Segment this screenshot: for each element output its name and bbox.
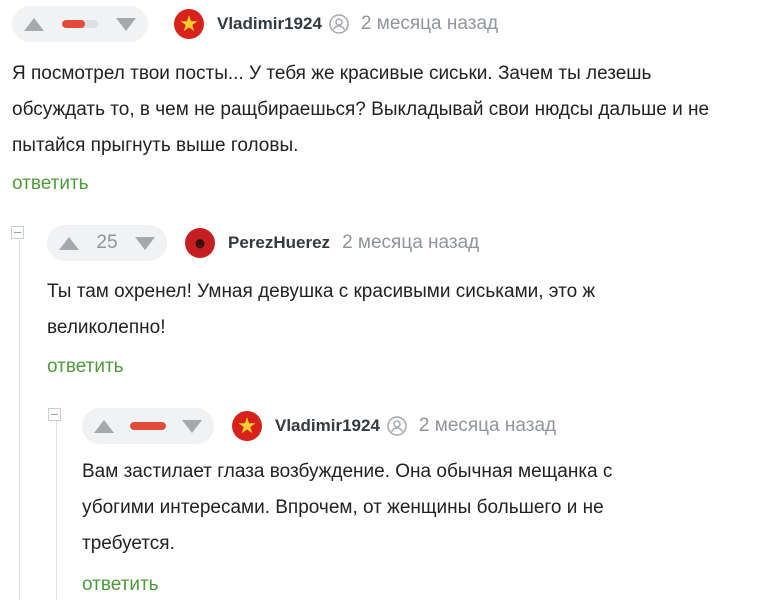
comment-text: Ты там охренел! Умная девушка с красивым… — [47, 281, 596, 338]
rating-control — [82, 408, 214, 444]
upvote-icon[interactable] — [94, 419, 114, 433]
person-circle-icon — [329, 14, 349, 34]
reply-link[interactable]: ответить — [82, 574, 159, 596]
comment: ★ Vladimir1924 2 месяца назад Вам застил… — [0, 400, 757, 600]
rating-control: 25 — [47, 225, 167, 261]
comment-header: 25 ☻ PerezHuerez 2 месяца назад — [47, 225, 479, 261]
downvote-icon[interactable] — [116, 17, 136, 31]
comment-header: ★ Vladimir1924 2 месяца назад — [12, 6, 498, 42]
username[interactable]: Vladimir1924 — [217, 14, 322, 34]
comment-text: Я посмотрел твои посты... У тебя же крас… — [12, 63, 710, 156]
timestamp: 2 месяца назад — [418, 415, 557, 436]
score-value: 25 — [96, 232, 118, 253]
score-bar — [62, 20, 98, 28]
timestamp: 2 месяца назад — [342, 232, 480, 253]
comment: 25 ☻ PerezHuerez 2 месяца назад Ты там о… — [0, 220, 757, 400]
upvote-icon[interactable] — [24, 17, 44, 31]
upvote-icon[interactable] — [59, 236, 79, 250]
timestamp: 2 месяца назад — [360, 13, 499, 34]
downvote-icon[interactable] — [134, 236, 155, 250]
downvote-icon[interactable] — [182, 419, 202, 433]
rating-control — [12, 6, 148, 42]
person-circle-icon — [387, 416, 407, 436]
comment-header: ★ Vladimir1924 2 месяца назад — [82, 408, 556, 444]
red-star-icon[interactable]: ★ — [174, 9, 204, 39]
username[interactable]: Vladimir1924 — [275, 416, 380, 436]
reply-link[interactable]: ответить — [47, 356, 124, 378]
comment: ★ Vladimir1924 2 месяца назад Я посмотре… — [0, 0, 757, 200]
username[interactable]: PerezHuerez — [228, 233, 330, 253]
comment-text: Вам застилает глаза возбуждение. Она обы… — [82, 461, 613, 554]
avatar[interactable]: ☻ — [185, 228, 215, 258]
red-star-icon[interactable]: ★ — [232, 411, 262, 441]
score-bar — [130, 422, 166, 430]
reply-link[interactable]: ответить — [12, 173, 89, 195]
